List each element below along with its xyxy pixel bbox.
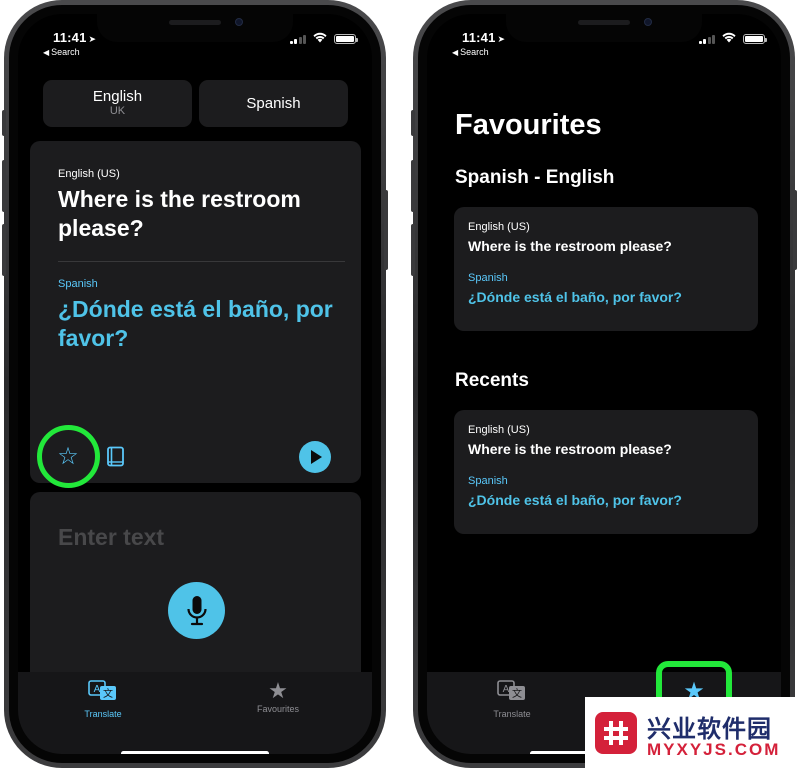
item-source-text: Where is the restroom please? [468, 238, 672, 254]
watermark-logo-icon [595, 712, 637, 754]
star-icon: ★ [268, 678, 288, 703]
home-indicator[interactable] [121, 751, 269, 754]
volume-up-button [411, 160, 415, 212]
item-source-text: Where is the restroom please? [468, 441, 672, 457]
item-source-language: English (US) [468, 221, 530, 233]
tab-bar: A 文 Translate ★ Favourites [18, 672, 372, 754]
phone-translate: 11:41 ➤ ◀ Search English UK Spanish Engl… [2, 0, 388, 768]
recent-item[interactable]: English (US) Where is the restroom pleas… [454, 410, 758, 534]
watermark: 兴业软件园 MYXYJS.COM [585, 697, 796, 769]
tab-translate[interactable]: A 文 Translate [58, 680, 148, 719]
speaker [169, 20, 221, 25]
front-camera [235, 18, 243, 26]
phone-favourites: 11:41 ➤ ◀ Search Favourites Spanish - Engl… [411, 0, 797, 768]
enter-text-input[interactable]: Enter text [58, 524, 164, 551]
source-language-region: UK [109, 105, 126, 117]
item-target-text: ¿Dónde está el baño, por favor? [468, 289, 682, 305]
bezel: 11:41 ➤ ◀ Search Favourites Spanish - Engl… [418, 5, 790, 763]
recents-section-heading: Recents [455, 370, 529, 391]
battery-icon [743, 34, 767, 44]
notch [97, 14, 293, 42]
target-language-label: Spanish [58, 278, 98, 290]
text-input-card[interactable]: Enter text [30, 492, 361, 682]
volume-down-button [411, 224, 415, 276]
tab-favourites-label: Favourites [256, 704, 300, 714]
volume-up-button [2, 160, 6, 212]
tab-translate-label: Translate [84, 709, 122, 719]
item-target-text: ¿Dónde está el baño, por favor? [468, 492, 682, 508]
side-button [793, 190, 797, 270]
svg-text:文: 文 [103, 687, 113, 700]
notch [506, 14, 702, 42]
favourites-section-heading: Spanish - English [455, 167, 615, 188]
status-time: 11:41 ➤ [53, 30, 97, 45]
favourite-star-button[interactable]: ☆ [45, 433, 91, 479]
mute-switch [411, 110, 415, 136]
location-arrow-icon: ➤ [88, 34, 97, 44]
svg-text:A: A [503, 684, 510, 695]
tab-translate[interactable]: A 文 Translate [467, 680, 557, 719]
back-to-search-link[interactable]: ◀ Search [43, 47, 80, 57]
front-camera [644, 18, 652, 26]
item-target-language: Spanish [468, 272, 508, 284]
source-language-label: English (US) [58, 168, 120, 180]
back-triangle-icon: ◀ [43, 48, 50, 57]
back-triangle-icon: ◀ [452, 48, 459, 57]
divider [58, 261, 345, 262]
watermark-chinese-text: 兴业软件园 [647, 716, 772, 743]
side-button [384, 190, 388, 270]
back-to-search-link[interactable]: ◀ Search [452, 47, 489, 57]
target-language-button[interactable]: Spanish [199, 80, 348, 127]
target-language-name: Spanish [246, 95, 301, 112]
bezel: 11:41 ➤ ◀ Search English UK Spanish Engl… [9, 5, 381, 763]
location-arrow-icon: ➤ [497, 34, 506, 44]
translate-screen: 11:41 ➤ ◀ Search English UK Spanish Engl… [18, 14, 372, 754]
status-bar: 11:41 ➤ ◀ Search [427, 14, 781, 64]
translate-icon: A 文 [497, 680, 525, 700]
favourite-item[interactable]: English (US) Where is the restroom pleas… [454, 207, 758, 331]
item-source-language: English (US) [468, 424, 530, 436]
translated-text: ¿Dónde está el baño, por favor? [58, 296, 333, 351]
source-language-name: English [92, 88, 143, 105]
microphone-icon [186, 595, 207, 625]
wifi-icon [722, 32, 736, 43]
page-title: Favourites [455, 109, 602, 141]
translate-icon: A 文 [88, 680, 116, 700]
status-time: 11:41 ➤ [462, 30, 506, 45]
item-target-language: Spanish [468, 475, 508, 487]
star-outline-icon: ☆ [57, 442, 79, 470]
svg-text:文: 文 [512, 687, 522, 700]
dictionary-book-icon[interactable] [106, 446, 126, 468]
svg-text:A: A [94, 684, 101, 695]
tab-translate-label: Translate [493, 709, 531, 719]
cellular-signal-icon [289, 34, 306, 44]
play-audio-button[interactable] [299, 441, 331, 473]
cellular-signal-icon [698, 34, 715, 44]
favourites-screen: 11:41 ➤ ◀ Search Favourites Spanish - Engl… [427, 14, 781, 754]
translation-card: English (US) Where is the restroom pleas… [30, 141, 361, 488]
speaker [578, 20, 630, 25]
source-text: Where is the restroom please? [58, 186, 301, 241]
mute-switch [2, 110, 6, 136]
battery-icon [334, 34, 358, 44]
microphone-button[interactable] [168, 582, 225, 639]
watermark-latin-text: MYXYJS.COM [647, 740, 781, 759]
status-bar: 11:41 ➤ ◀ Search [18, 14, 372, 64]
volume-down-button [2, 224, 6, 276]
source-language-button[interactable]: English UK [43, 80, 192, 127]
tab-favourites[interactable]: ★ Favourites [233, 678, 323, 715]
wifi-icon [313, 32, 327, 43]
